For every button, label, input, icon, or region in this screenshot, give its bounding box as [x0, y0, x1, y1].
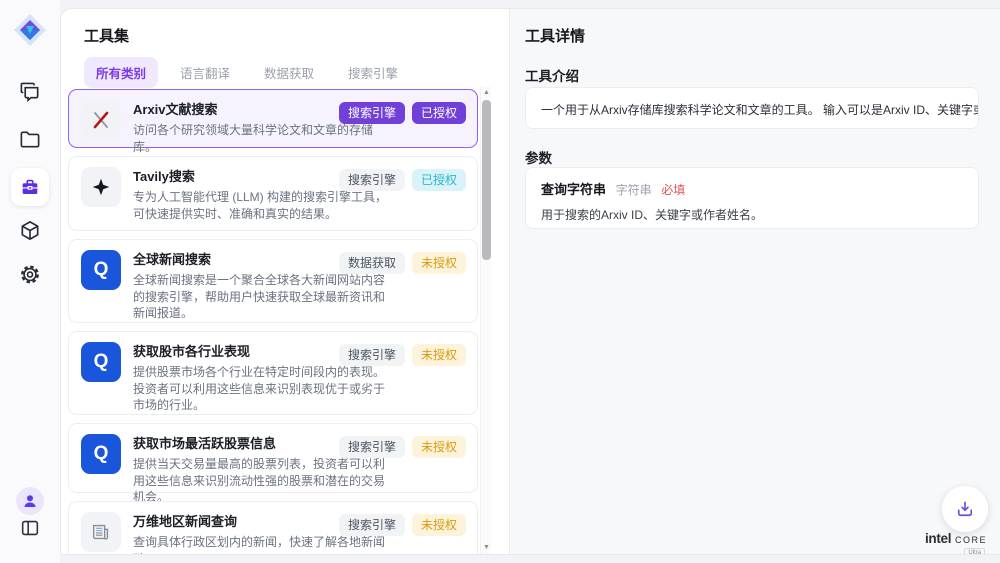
newspaper-icon	[81, 512, 121, 552]
category-tabs: 所有类别 语言翻译 数据获取 搜索引擎	[84, 57, 410, 88]
params-heading: 参数	[525, 147, 552, 167]
download-icon	[955, 499, 975, 519]
tab-all-categories[interactable]: 所有类别	[84, 57, 158, 88]
status-badge: 未授权	[412, 436, 466, 458]
juhe-logo-icon: Q	[81, 434, 121, 474]
param-name: 查询字符串	[541, 182, 606, 197]
sidebar-item-settings[interactable]	[19, 263, 42, 286]
tavily-star-icon	[81, 167, 121, 207]
scroll-down-arrow[interactable]: ▼	[481, 542, 492, 553]
list-scrollbar[interactable]: ▲ ▼	[480, 86, 491, 554]
category-badge: 搜索引擎	[339, 436, 405, 458]
sidebar-item-files[interactable]	[19, 128, 42, 151]
tool-card-arxiv[interactable]: Arxiv文献搜索 访问各个研究领域大量科学论文和文章的存储库。 搜索引擎 已授…	[68, 89, 478, 148]
status-badge: 未授权	[412, 514, 466, 536]
status-badge: 已授权	[412, 102, 466, 124]
sidebar-item-tools-active[interactable]	[11, 168, 49, 206]
tool-card-list: Arxiv文献搜索 访问各个研究领域大量科学论文和文章的存储库。 搜索引擎 已授…	[68, 89, 480, 554]
gear-icon	[19, 263, 42, 286]
detail-title: 工具详情	[525, 25, 585, 46]
user-icon	[22, 493, 38, 509]
tab-search-engine[interactable]: 搜索引擎	[336, 57, 410, 88]
intel-core-logo: intel core	[925, 531, 987, 546]
sidebar-toggle[interactable]	[19, 517, 41, 539]
status-badge: 未授权	[412, 252, 466, 274]
category-badge: 搜索引擎	[339, 514, 405, 536]
tool-card-tavily[interactable]: Tavily搜索 专为人工智能代理 (LLM) 构建的搜索引擎工具，可快速提供实…	[68, 156, 478, 231]
status-badge: 未授权	[412, 344, 466, 366]
app-logo	[12, 12, 48, 48]
tab-data-fetch[interactable]: 数据获取	[252, 57, 326, 88]
category-badge: 搜索引擎	[339, 344, 405, 366]
arxiv-logo-icon	[81, 100, 121, 140]
toolbox-icon	[19, 176, 41, 198]
tool-description: 全球新闻搜索是一个聚合全球各大新闻网站内容的搜索引擎，帮助用户快速获取全球最新资…	[133, 272, 395, 322]
tools-list-pane: 工具集 所有类别 语言翻译 数据获取 搜索引擎 Arxiv文献搜索 访问各个研究…	[61, 9, 509, 554]
juhe-logo-icon: Q	[81, 342, 121, 382]
status-badge: 已授权	[412, 169, 466, 191]
tool-card-most-active-stocks[interactable]: Q 获取市场最活跃股票信息 提供当天交易量最高的股票列表，投资者可以利用这些信息…	[68, 423, 478, 493]
user-avatar[interactable]	[16, 487, 44, 515]
tool-description: 提供当天交易量最高的股票列表，投资者可以利用这些信息来识别流动性强的股票和潜在的…	[133, 456, 395, 506]
param-description: 用于搜索的Arxiv ID、关键字或作者姓名。	[541, 206, 963, 223]
tool-description: 提供股票市场各个行业在特定时间段内的表现。投资者可以利用这些信息来识别表现优于或…	[133, 364, 395, 414]
tool-description: 专为人工智能代理 (LLM) 构建的搜索引擎工具，可快速提供实时、准确和真实的结…	[133, 189, 395, 222]
icon-sidebar	[0, 0, 60, 563]
tool-detail-pane: 工具详情 工具介绍 一个用于从Arxiv存储库搜索科学论文和文章的工具。 输入可…	[509, 9, 1000, 554]
sidebar-item-packages[interactable]	[19, 219, 42, 242]
category-badge: 搜索引擎	[339, 169, 405, 191]
chat-icon	[19, 80, 42, 103]
scroll-up-arrow[interactable]: ▲	[481, 87, 492, 98]
download-button[interactable]	[942, 486, 988, 532]
sidebar-item-chat[interactable]	[19, 80, 42, 103]
cube-icon	[19, 219, 42, 242]
category-badge: 搜索引擎	[339, 102, 405, 124]
tab-language-translation[interactable]: 语言翻译	[168, 57, 242, 88]
tool-description: 访问各个研究领域大量科学论文和文章的存储库。	[133, 122, 395, 155]
category-badge: 数据获取	[339, 252, 405, 274]
param-card: 查询字符串 字符串 必填 用于搜索的Arxiv ID、关键字或作者姓名。	[525, 167, 979, 229]
tool-card-regional-news[interactable]: 万维地区新闻查询 查询具体行政区划内的新闻，快速了解各地新闻动 搜索引擎 未授权	[68, 501, 478, 554]
tool-card-global-news[interactable]: Q 全球新闻搜索 全球新闻搜索是一个聚合全球各大新闻网站内容的搜索引擎，帮助用户…	[68, 239, 478, 323]
intro-text: 一个用于从Arxiv存储库搜索科学论文和文章的工具。 输入可以是Arxiv ID…	[541, 103, 979, 117]
tool-description: 查询具体行政区划内的新闻，快速了解各地新闻动	[133, 534, 395, 554]
intel-ultra-badge: Ultra	[964, 548, 985, 555]
juhe-logo-icon: Q	[81, 250, 121, 290]
page-title: 工具集	[84, 25, 129, 46]
scrollbar-thumb[interactable]	[482, 100, 491, 260]
intro-card: 一个用于从Arxiv存储库搜索科学论文和文章的工具。 输入可以是Arxiv ID…	[525, 87, 979, 129]
folder-icon	[19, 128, 42, 151]
layout-columns-icon	[19, 517, 41, 539]
tool-card-sector-performance[interactable]: Q 获取股市各行业表现 提供股票市场各个行业在特定时间段内的表现。投资者可以利用…	[68, 331, 478, 415]
main-panel: 工具集 所有类别 语言翻译 数据获取 搜索引擎 Arxiv文献搜索 访问各个研究…	[60, 8, 1000, 555]
param-type: 字符串	[616, 183, 652, 197]
gem-logo-icon	[12, 12, 48, 48]
intro-heading: 工具介绍	[525, 65, 579, 85]
param-required-flag: 必填	[661, 183, 685, 197]
